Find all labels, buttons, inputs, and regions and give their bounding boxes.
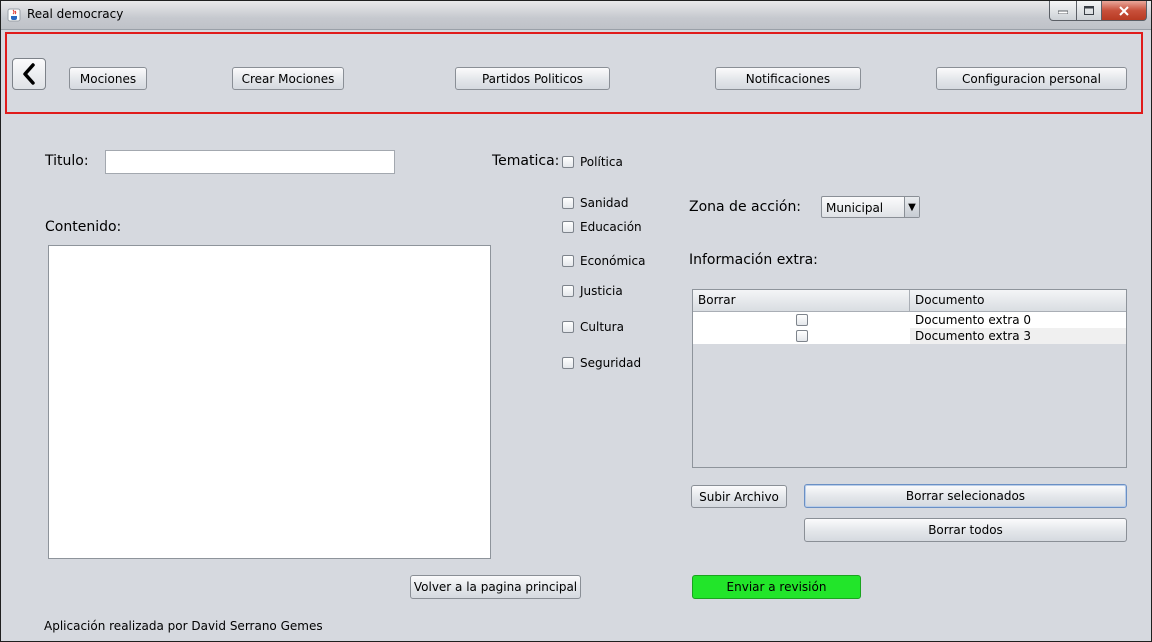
zona-selected-value: Municipal (826, 201, 884, 215)
tematica-seguridad-checkbox[interactable]: Seguridad (562, 356, 641, 370)
enviar-revision-button[interactable]: Enviar a revisión (692, 575, 861, 599)
minimize-icon (1058, 10, 1068, 14)
checkbox-box[interactable] (562, 285, 574, 297)
table-row[interactable]: Documento extra 0 (693, 312, 1126, 328)
borrar-todos-button[interactable]: Borrar todos (804, 518, 1127, 542)
footer-credit: Aplicación realizada por David Serrano G… (44, 619, 323, 633)
checkbox-label: Política (580, 155, 623, 169)
main-content: Mociones Crear Mociones Partidos Politic… (1, 30, 1151, 641)
nav-panel: Mociones Crear Mociones Partidos Politic… (5, 32, 1143, 114)
checkbox-box[interactable] (562, 255, 574, 267)
tematica-politica-checkbox[interactable]: Política (562, 155, 623, 169)
table-header: Borrar Documento (693, 290, 1126, 312)
title-bar[interactable]: Real democracy (1, 1, 1151, 30)
checkbox-label: Justicia (580, 284, 623, 298)
checkbox-box[interactable] (562, 156, 574, 168)
titulo-label: Titulo: (45, 153, 89, 169)
minimize-button[interactable] (1049, 1, 1077, 21)
row-documento-cell: Documento extra 3 (915, 329, 1032, 343)
checkbox-box[interactable] (562, 357, 574, 369)
row-documento-cell: Documento extra 0 (915, 313, 1032, 327)
tematica-label: Tematica: (492, 153, 560, 169)
checkbox-box[interactable] (562, 197, 574, 209)
contenido-label: Contenido: (45, 219, 122, 235)
maximize-button[interactable] (1077, 1, 1102, 21)
borrar-selecionados-button[interactable]: Borrar selecionados (804, 484, 1127, 508)
nav-mociones-button[interactable]: Mociones (69, 67, 147, 90)
window-controls (1049, 1, 1147, 21)
app-window: Real democracy Mociones Crear Mociones P… (0, 0, 1152, 642)
dropdown-arrow-icon[interactable]: ▼ (904, 197, 919, 217)
close-icon (1119, 5, 1129, 16)
tematica-cultura-checkbox[interactable]: Cultura (562, 320, 624, 334)
subir-archivo-button[interactable]: Subir Archivo (691, 485, 787, 508)
row-borrar-cell (693, 328, 910, 344)
documents-table: Borrar Documento Documento extra 0 Docum… (692, 289, 1127, 468)
checkbox-label: Cultura (580, 320, 624, 334)
close-button[interactable] (1102, 1, 1147, 21)
checkbox-label: Seguridad (580, 356, 642, 370)
back-button[interactable] (12, 58, 46, 90)
tematica-economica-checkbox[interactable]: Económica (562, 254, 645, 268)
chevron-left-icon (23, 63, 35, 85)
zona-select[interactable]: Municipal ▼ (821, 196, 920, 218)
borrar-checkbox[interactable] (795, 314, 808, 326)
contenido-textarea[interactable] (48, 245, 491, 559)
window-title: Real democracy (27, 7, 124, 21)
checkbox-label: Sanidad (580, 196, 629, 210)
volver-pagina-principal-button[interactable]: Volver a la pagina principal (410, 575, 581, 599)
checkbox-box[interactable] (562, 321, 574, 333)
checkbox-label: Económica (580, 254, 646, 268)
nav-partidos-politicos-button[interactable]: Partidos Politicos (455, 67, 610, 90)
tematica-justicia-checkbox[interactable]: Justicia (562, 284, 623, 298)
column-header-borrar[interactable]: Borrar (693, 290, 910, 311)
borrar-checkbox[interactable] (795, 330, 808, 342)
table-row[interactable]: Documento extra 3 (693, 328, 1126, 344)
zona-label: Zona de acción: (689, 199, 802, 215)
tematica-educacion-checkbox[interactable]: Educación (562, 220, 642, 234)
titulo-input[interactable] (105, 150, 395, 174)
nav-notificaciones-button[interactable]: Notificaciones (715, 67, 861, 90)
row-borrar-cell (693, 312, 910, 328)
nav-crear-mociones-button[interactable]: Crear Mociones (232, 67, 344, 90)
column-header-documento[interactable]: Documento (910, 290, 1126, 311)
tematica-sanidad-checkbox[interactable]: Sanidad (562, 196, 629, 210)
maximize-icon (1084, 6, 1094, 15)
checkbox-box[interactable] (562, 221, 574, 233)
checkbox-label: Educación (580, 220, 642, 234)
nav-configuracion-button[interactable]: Configuracion personal (936, 67, 1127, 90)
informacion-extra-label: Información extra: (689, 252, 818, 268)
java-cup-icon (7, 8, 21, 22)
